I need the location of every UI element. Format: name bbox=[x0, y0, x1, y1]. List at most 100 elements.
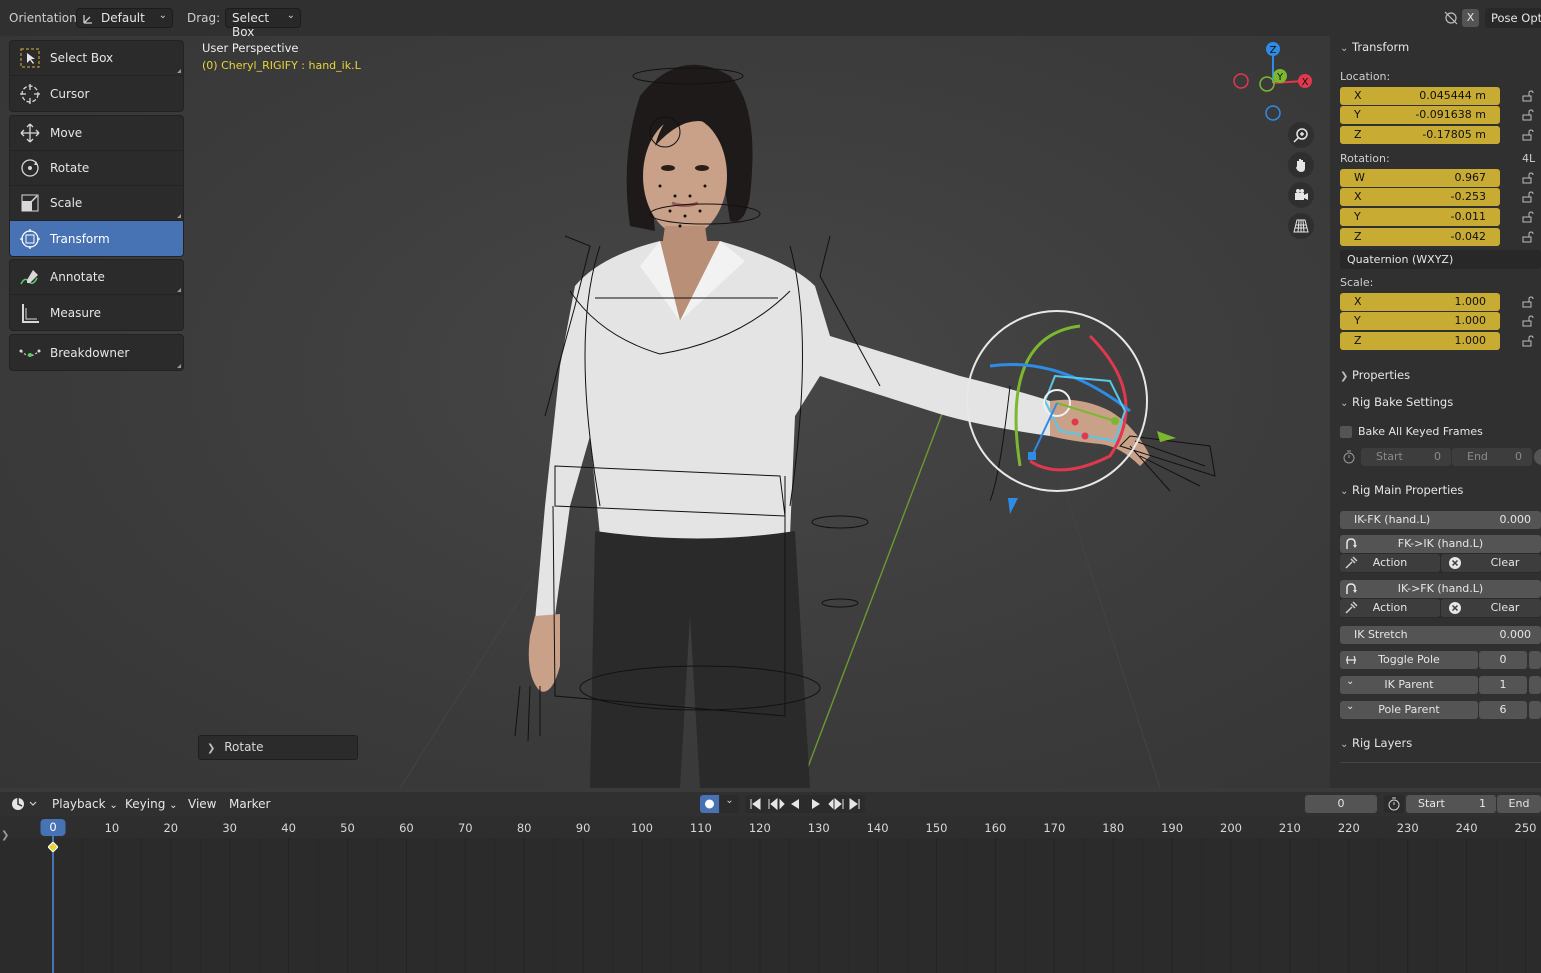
lock-icon[interactable] bbox=[1522, 109, 1534, 121]
orientation-dropdown[interactable]: Default ⌄ bbox=[76, 8, 173, 28]
lock-icon[interactable] bbox=[1522, 296, 1534, 308]
fk-to-ik-button[interactable]: FK->IK (hand.L) bbox=[1340, 535, 1541, 553]
rig-main-panel-header[interactable]: ⌄ Rig Main Properties bbox=[1340, 483, 1463, 497]
shading-toggle-button[interactable] bbox=[1441, 8, 1461, 28]
bake-start-field[interactable]: Start 0 bbox=[1361, 448, 1451, 466]
lock-icon[interactable] bbox=[1522, 129, 1534, 141]
rig-bake-panel-header[interactable]: ⌄ Rig Bake Settings bbox=[1340, 395, 1453, 409]
transform-panel-header[interactable]: ⌄ Transform bbox=[1340, 40, 1409, 54]
ikfk-label: IK-FK (hand.L) bbox=[1354, 513, 1431, 526]
keying-label: Keying bbox=[125, 797, 166, 811]
tool-transform[interactable]: Transform bbox=[10, 221, 183, 256]
lock-icon[interactable] bbox=[1522, 335, 1534, 347]
playback-menu[interactable]: Playback ⌄ bbox=[52, 797, 118, 811]
view-menu[interactable]: View bbox=[188, 797, 216, 811]
location-y-field[interactable]: Y -0.091638 m bbox=[1340, 106, 1500, 124]
close-x-button[interactable]: X bbox=[1462, 9, 1479, 27]
gizmo-y-label: Y bbox=[1276, 72, 1284, 83]
tool-measure[interactable]: Measure bbox=[10, 295, 183, 330]
tool-scale[interactable]: Scale bbox=[10, 186, 183, 221]
last-operator-panel[interactable]: ❯ Rotate bbox=[198, 735, 358, 760]
ik-stretch-slider[interactable]: IK Stretch 0.000 bbox=[1340, 626, 1541, 644]
rotation-y-field[interactable]: Y -0.011 bbox=[1340, 208, 1500, 226]
properties-panel-header[interactable]: ❯ Properties bbox=[1340, 368, 1410, 382]
lock-icon[interactable] bbox=[1522, 211, 1534, 223]
3d-viewport[interactable]: User Perspective (0) Cheryl_RIGIFY : han… bbox=[0, 36, 1330, 788]
rotation-x-field[interactable]: X -0.253 bbox=[1340, 188, 1500, 206]
current-frame-field[interactable]: 0 bbox=[1305, 795, 1377, 813]
ikfk-value: 0.000 bbox=[1499, 513, 1532, 526]
pole-parent-dropdown[interactable]: Pole Parent bbox=[1340, 701, 1478, 719]
drag-dropdown[interactable]: Select Box ⌄ bbox=[225, 8, 301, 39]
toggle-pole-value[interactable]: 0 bbox=[1479, 651, 1527, 669]
navigation-gizmo[interactable]: Z X Y bbox=[1228, 38, 1318, 128]
ik-parent-value[interactable]: 1 bbox=[1479, 676, 1527, 694]
rotation-lock-4l[interactable]: 4L bbox=[1522, 152, 1535, 165]
current-frame-indicator[interactable]: 0 bbox=[40, 819, 66, 836]
zoom-button[interactable] bbox=[1288, 122, 1314, 148]
end-frame-field[interactable]: End bbox=[1497, 795, 1541, 813]
tool-cursor[interactable]: Cursor bbox=[10, 76, 183, 111]
properties-sidebar[interactable]: ⌄ Transform Location: X 0.045444 m Y -0.091… bbox=[1330, 36, 1541, 788]
camera-icon bbox=[1295, 189, 1308, 200]
ik-to-fk-box: IK->FK (hand.L) Action Clear bbox=[1340, 580, 1541, 618]
tool-label: Scale bbox=[50, 196, 83, 210]
pan-button[interactable] bbox=[1288, 152, 1314, 178]
chevron-down-icon: ⌄ bbox=[1346, 676, 1355, 687]
bake-end-value: 0 bbox=[1515, 450, 1522, 463]
start-frame-field[interactable]: Start 1 bbox=[1406, 795, 1496, 813]
ruler-tick: 120 bbox=[748, 821, 771, 835]
playback-controls-icons[interactable] bbox=[747, 797, 863, 811]
chevron-right-icon[interactable]: ❯ bbox=[1, 830, 9, 841]
rig-layers-panel-header[interactable]: ⌄ Rig Layers bbox=[1340, 736, 1412, 750]
toggle-pole-keyframe[interactable] bbox=[1529, 651, 1541, 669]
tool-breakdowner[interactable]: Breakdowner bbox=[10, 335, 183, 370]
rotation-z-field[interactable]: Z -0.042 bbox=[1340, 228, 1500, 246]
location-label: Location: bbox=[1340, 70, 1391, 83]
pose-options-button[interactable]: Pose Opti bbox=[1485, 8, 1541, 28]
scale-y-field[interactable]: Y 1.000 bbox=[1340, 312, 1500, 330]
pole-icon bbox=[1346, 655, 1356, 665]
lock-icon[interactable] bbox=[1522, 315, 1534, 327]
lock-icon[interactable] bbox=[1522, 90, 1534, 102]
tool-annotate[interactable]: Annotate bbox=[10, 260, 183, 295]
play-icon bbox=[812, 799, 820, 809]
auto-keying-options[interactable]: ⌄ bbox=[720, 795, 739, 813]
editor-type-button[interactable] bbox=[8, 795, 38, 813]
keying-menu[interactable]: Keying ⌄ bbox=[125, 797, 178, 811]
scale-x-field[interactable]: X 1.000 bbox=[1340, 293, 1500, 311]
camera-view-button[interactable] bbox=[1288, 182, 1314, 208]
bake-button[interactable] bbox=[1534, 449, 1541, 465]
frame-ruler[interactable]: 0 10 20 30 40 50 60 70 80 90 100 110 120 130 140 150 16… bbox=[0, 816, 1541, 838]
location-x-field[interactable]: X 0.045444 m bbox=[1340, 87, 1500, 105]
bake-all-keyed-checkbox[interactable] bbox=[1340, 426, 1352, 438]
ik-parent-keyframe[interactable] bbox=[1529, 676, 1541, 694]
ik-to-fk-button[interactable]: IK->FK (hand.L) bbox=[1340, 580, 1541, 598]
axis-label: Y bbox=[1354, 314, 1361, 327]
rotation-mode-dropdown[interactable]: Quaternion (WXYZ) bbox=[1340, 250, 1541, 269]
bake-end-field[interactable]: End 0 bbox=[1452, 448, 1532, 466]
scale-z-field[interactable]: Z 1.000 bbox=[1340, 332, 1500, 350]
ikfk-slider[interactable]: IK-FK (hand.L) 0.000 bbox=[1340, 511, 1541, 529]
active-object-label: (0) Cheryl_RIGIFY : hand_ik.L bbox=[202, 59, 361, 72]
rotation-w-field[interactable]: W 0.967 bbox=[1340, 169, 1500, 187]
overlay-icon bbox=[1444, 11, 1458, 25]
preview-range-toggle[interactable] bbox=[1384, 795, 1404, 813]
ruler-tick: 100 bbox=[631, 821, 653, 835]
timeline-area[interactable]: 0 10 20 30 40 50 60 70 80 90 100 110 120 130 140 150 16… bbox=[0, 816, 1541, 973]
tool-select-box[interactable]: Select Box bbox=[10, 41, 183, 76]
location-z-field[interactable]: Z -0.17805 m bbox=[1340, 126, 1500, 144]
ik-parent-dropdown[interactable]: IK Parent bbox=[1340, 676, 1478, 694]
lock-icon[interactable] bbox=[1522, 172, 1534, 184]
lock-icon[interactable] bbox=[1522, 191, 1534, 203]
perspective-toggle-button[interactable] bbox=[1288, 213, 1314, 239]
tool-rotate[interactable]: Rotate bbox=[10, 151, 183, 186]
field-value: -0.253 bbox=[1450, 190, 1486, 203]
toggle-pole-button[interactable]: Toggle Pole bbox=[1340, 651, 1478, 669]
pole-parent-keyframe[interactable] bbox=[1529, 701, 1541, 719]
lock-icon[interactable] bbox=[1522, 231, 1534, 243]
pole-parent-value[interactable]: 6 bbox=[1479, 701, 1527, 719]
auto-keying-toggle[interactable] bbox=[700, 795, 719, 813]
tool-move[interactable]: Move bbox=[10, 116, 183, 151]
marker-menu[interactable]: Marker bbox=[229, 797, 270, 811]
